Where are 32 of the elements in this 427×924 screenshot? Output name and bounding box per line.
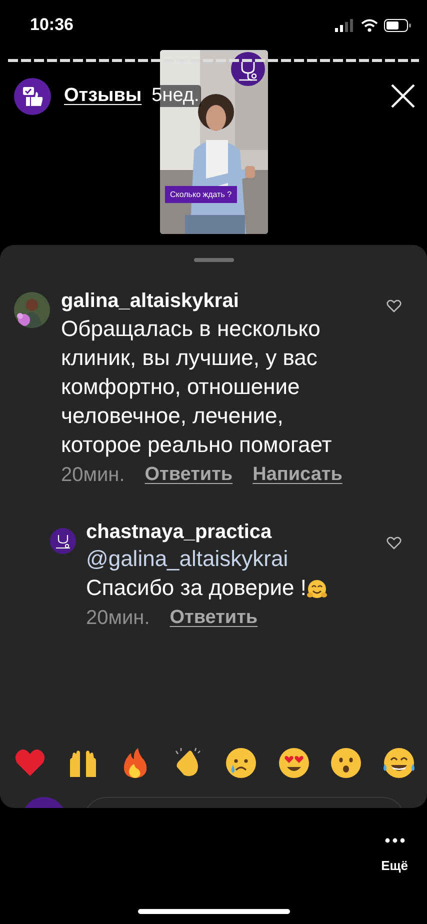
signal-icon [335,18,355,32]
tears-of-joy-emoji-icon[interactable] [382,747,415,779]
comment-time: 20мин. [61,463,125,488]
wifi-icon [361,18,378,32]
heart-eyes-emoji-icon[interactable] [278,747,310,779]
story-title-link[interactable]: Отзывы [64,85,142,107]
reply-link[interactable]: Ответить [170,607,258,629]
heart-emoji-icon[interactable] [14,747,46,779]
more-button[interactable]: Ещё [381,838,408,873]
thumbs-up-avatar-icon [14,78,51,114]
close-icon[interactable] [390,83,416,109]
avatar-icon [14,292,50,328]
hugging-face-icon [307,579,328,599]
more-icon [384,838,405,843]
story-cta-button[interactable]: Сколько ждать ? [165,186,237,203]
heart-outline-icon[interactable] [386,299,402,313]
stethoscope-logo-icon [231,52,265,86]
comment-username[interactable]: galina_altaiskykrai [61,288,427,314]
status-time: 10:36 [30,15,74,35]
reply-link[interactable]: Ответить [144,464,233,486]
comment-time: 20мин. [86,606,150,631]
comment-username[interactable]: chastnaya_practica [86,519,427,545]
message-link[interactable]: Написать [252,464,342,486]
battery-icon [384,18,411,32]
comment-text: Обращалась в несколько клиник, вы лучшие, у вас комфортно, отношение человечное, лечение, которое реально помогает [61,315,333,459]
stethoscope-avatar-icon [50,528,76,554]
drag-handle[interactable] [194,258,234,262]
comment-text: Спасибо за доверие ! [86,573,371,602]
mention-link[interactable]: @galina_altaiskykrai [86,545,427,573]
crying-emoji-icon[interactable] [224,747,257,779]
surprised-emoji-icon[interactable] [330,747,362,779]
heart-outline-icon[interactable] [386,536,402,550]
